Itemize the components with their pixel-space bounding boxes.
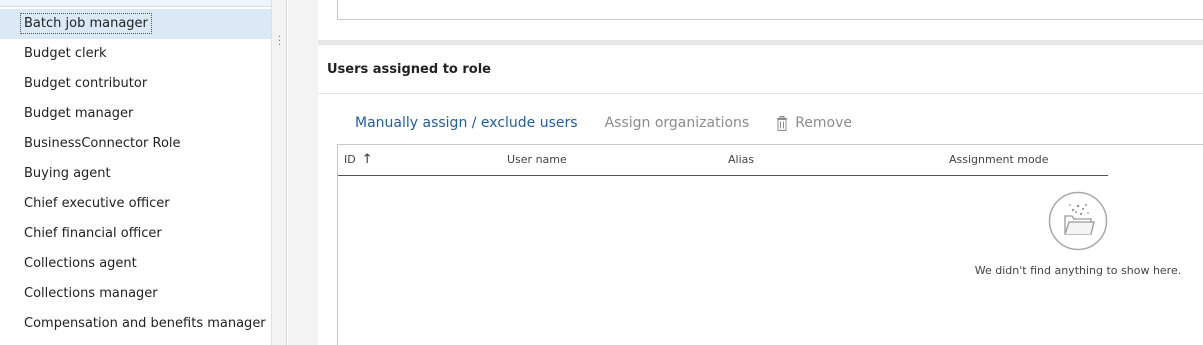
users-toolbar: Manually assign / exclude users Assign o… bbox=[355, 113, 852, 133]
column-header-id[interactable]: ID ↑ bbox=[344, 145, 373, 175]
column-header-label: ID bbox=[344, 153, 356, 166]
role-item-collections-manager[interactable]: Collections manager bbox=[0, 279, 271, 309]
role-item-collections-agent[interactable]: Collections agent bbox=[0, 249, 271, 279]
upper-card bbox=[318, 0, 1203, 40]
assign-organizations-button[interactable]: Assign organizations bbox=[605, 115, 750, 131]
role-item-batch-job-manager[interactable]: Batch job manager bbox=[0, 9, 271, 39]
role-item-label: Buying agent bbox=[24, 166, 111, 181]
role-item-compensation-and-benefits-manager[interactable]: Compensation and benefits manager bbox=[0, 309, 271, 339]
empty-state-message: We didn't find anything to show here. bbox=[974, 264, 1182, 277]
vertical-ellipsis-icon[interactable]: · · · bbox=[272, 33, 287, 51]
remove-label: Remove bbox=[795, 115, 853, 131]
column-header-user-name[interactable]: User name bbox=[507, 145, 567, 175]
users-grid: ID ↑ User name Alias Assignment mode We d… bbox=[337, 144, 1203, 345]
role-list-top-edge bbox=[0, 0, 271, 7]
role-item-label: Batch job manager bbox=[20, 13, 152, 34]
role-item-label: Budget contributor bbox=[24, 76, 148, 91]
role-item-budget-contributor[interactable]: Budget contributor bbox=[0, 69, 271, 99]
role-item-label: Budget clerk bbox=[24, 46, 107, 61]
role-item-label: Collections manager bbox=[24, 286, 158, 301]
column-header-assignment-mode[interactable]: Assignment mode bbox=[949, 145, 1048, 175]
role-item-label: Chief financial officer bbox=[24, 226, 162, 241]
column-header-alias[interactable]: Alias bbox=[728, 145, 754, 175]
grid-header: ID ↑ User name Alias Assignment mode bbox=[338, 145, 1108, 176]
role-item-label: Collections agent bbox=[24, 256, 137, 271]
section-title[interactable]: Users assigned to role bbox=[318, 45, 1203, 94]
role-item-chief-financial-officer[interactable]: Chief financial officer bbox=[0, 219, 271, 249]
empty-state: We didn't find anything to show here. bbox=[958, 191, 1198, 277]
content-gutter bbox=[288, 0, 318, 345]
role-item-chief-executive-officer[interactable]: Chief executive officer bbox=[0, 189, 271, 219]
role-list: Batch job manager Budget clerk Budget co… bbox=[0, 9, 271, 339]
role-item-businessconnector-role[interactable]: BusinessConnector Role bbox=[0, 129, 271, 159]
role-item-budget-manager[interactable]: Budget manager bbox=[0, 99, 271, 129]
manual-assign-button[interactable]: Manually assign / exclude users bbox=[355, 115, 578, 131]
role-item-label: Compensation and benefits manager bbox=[24, 316, 266, 331]
upper-content-box bbox=[337, 0, 1203, 20]
pane-splitter[interactable]: · · · bbox=[272, 0, 287, 345]
empty-folder-icon bbox=[1048, 191, 1108, 251]
role-item-label: BusinessConnector Role bbox=[24, 136, 181, 151]
sort-ascending-icon: ↑ bbox=[361, 152, 373, 167]
role-item-buying-agent[interactable]: Buying agent bbox=[0, 159, 271, 189]
trash-icon bbox=[777, 115, 788, 131]
role-list-panel: Batch job manager Budget clerk Budget co… bbox=[0, 0, 272, 345]
remove-button[interactable]: Remove bbox=[776, 115, 852, 131]
role-item-label: Chief executive officer bbox=[24, 196, 170, 211]
role-item-label: Budget manager bbox=[24, 106, 134, 121]
users-assigned-section: Users assigned to role Manually assign /… bbox=[318, 45, 1203, 345]
role-item-budget-clerk[interactable]: Budget clerk bbox=[0, 39, 271, 69]
